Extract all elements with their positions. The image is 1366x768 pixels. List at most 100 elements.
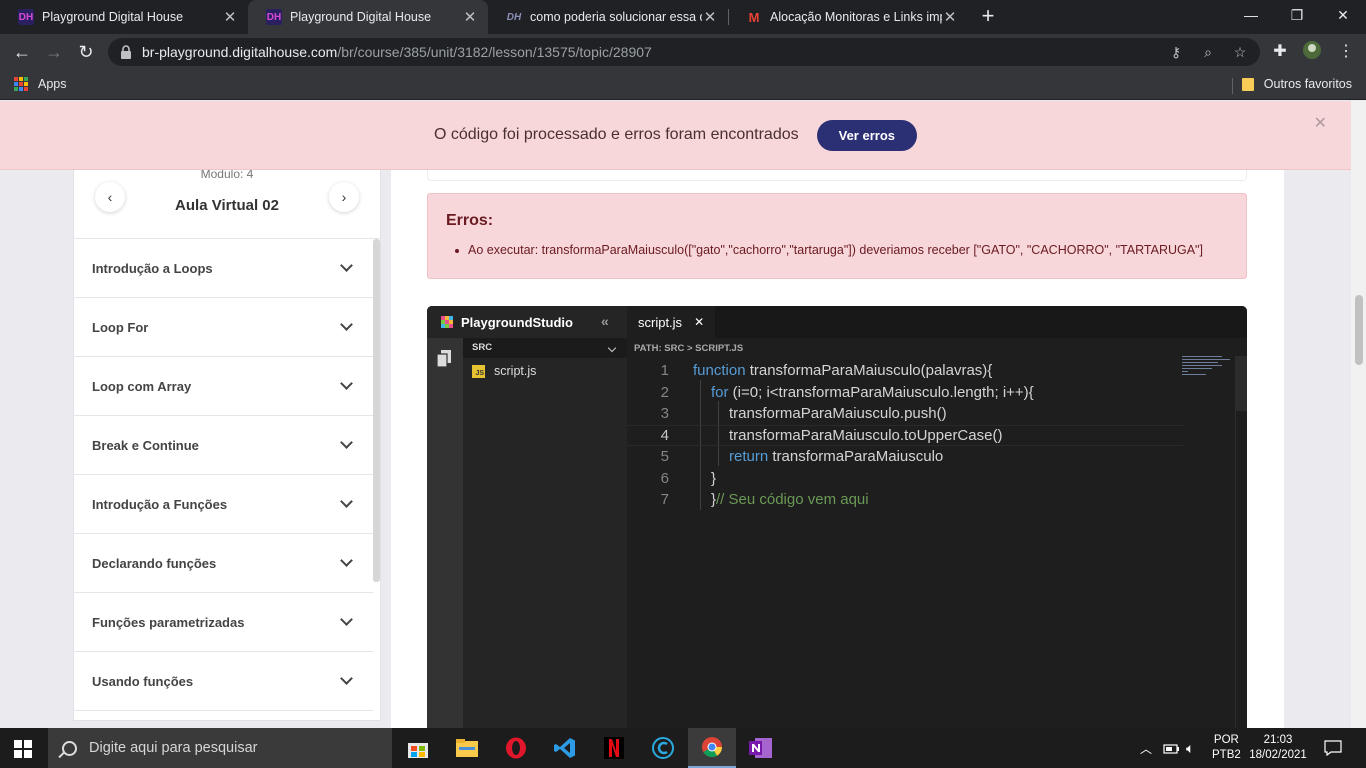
avatar[interactable] [1300,40,1324,64]
close-icon[interactable]: ✕ [942,8,958,26]
code-area[interactable]: 1 function transformaParaMaiusculo(palavr… [627,356,1247,728]
other-bookmarks-label: Outros favoritos [1263,77,1352,91]
close-window-button[interactable]: ✕ [1320,0,1366,30]
close-icon[interactable]: ✕ [222,8,238,26]
url-text: br-playground.digitalhouse.com/br/course… [142,44,652,60]
sidebar-item-label: Introdução a Loops [92,260,213,276]
sidebar-item-break-continue[interactable]: Break e Continue [74,416,373,475]
address-bar[interactable]: br-playground.digitalhouse.com/br/course… [108,38,1260,66]
forward-icon[interactable]: → [42,40,66,64]
netflix-icon[interactable] [590,728,638,768]
code-line[interactable]: 4 transformaParaMaiusculo.toUpperCase() [627,424,1183,446]
back-icon[interactable]: ← [10,40,34,64]
code-line[interactable]: 7 }// Seu código vem aqui [627,489,1183,511]
file-explorer-icon[interactable] [443,728,491,768]
collapse-icon[interactable]: « [601,313,609,329]
show-hidden-icons[interactable]: ︿ [1140,728,1152,768]
scroll-thumb[interactable] [1355,295,1363,365]
browser-tab-strip: DH Playground Digital House ✕ DH Playgro… [0,0,1366,34]
file-path: PATH: SRC > SCRIPT.JS [634,343,744,354]
sidebar-item-loop-array[interactable]: Loop com Array [74,357,373,416]
power-icon[interactable] [1162,728,1180,768]
close-icon[interactable]: ✕ [694,315,704,329]
browser-tab-active[interactable]: DH Playground Digital House ✕ [248,0,488,34]
code-keyword: function [693,362,746,380]
sidebar-item-label: Funções parametrizadas [92,614,245,630]
bookmark-separator [1232,78,1233,94]
windows-start-icon[interactable] [14,740,32,758]
star-icon[interactable]: ☆ [1230,42,1250,62]
sidebar-item-label: Introdução a Funções [92,496,228,512]
clock-time: 21:03 [1263,734,1293,746]
tab-script-js[interactable]: script.js ✕ [627,306,715,338]
menu-icon[interactable]: ⋮ [1334,40,1358,64]
browser-tab[interactable]: M Alocação Monitoras e Links impo ✕ [728,0,968,34]
ccleaner-icon[interactable] [639,728,687,768]
extensions-icon[interactable]: ✚ [1268,40,1292,64]
close-icon[interactable]: ✕ [462,8,478,26]
view-errors-button[interactable]: Ver erros [816,119,917,151]
sidebar-item-introducao-funcoes[interactable]: Introdução a Funções [74,475,373,534]
line-number: 7 [660,491,669,509]
line-number: 5 [660,448,669,466]
zoom-icon[interactable]: ⌕ [1198,42,1218,62]
chevron-right-icon[interactable]: › [329,182,359,212]
sidebar-item-label: Usando funções [92,673,194,689]
sidebar-item-usando-funcoes[interactable]: Usando funções [74,652,373,711]
file-script-js[interactable]: JS script.js [472,364,536,378]
code-line[interactable]: 2 for (i=0; i<transformaParaMaiusculo.len… [627,382,1183,404]
sidebar-item-funcoes-parametrizadas[interactable]: Funções parametrizadas [74,593,373,652]
scroll-thumb[interactable] [1236,356,1247,411]
other-bookmarks[interactable]: Outros favoritos [1241,77,1352,91]
brand-name: PlaygroundStudio [461,314,573,330]
code-line[interactable]: 1 function transformaParaMaiusculo(palavr… [627,360,1183,382]
new-tab-button[interactable]: + [976,4,1000,28]
chevron-down-icon [340,377,353,390]
apps-shortcut[interactable]: Apps [14,77,67,91]
windows-taskbar: Digite aqui para pesquisar ︿ 🔈︎ POR PTB2… [0,728,1366,768]
code-text: for (i=0; i<transformaParaMaiusculo.leng… [711,384,1034,401]
onenote-icon[interactable] [737,728,785,768]
page-scrollbar[interactable] [1351,101,1366,728]
editor-brand: PlaygroundStudio « [427,306,627,338]
code-line[interactable]: 5 return transformaParaMaiusculo [627,446,1183,468]
key-icon[interactable]: ⚷ [1166,42,1186,62]
editor-scrollbar[interactable] [1235,356,1247,728]
opera-icon[interactable] [492,728,540,768]
taskbar-search[interactable]: Digite aqui para pesquisar [48,728,392,768]
code-body: (i=0; i<transformaParaMaiusculo.length; … [728,383,1034,401]
code-comment: // Seu código vem aqui [716,491,869,509]
clock[interactable]: 21:03 18/02/2021 [1247,728,1309,768]
tab-title: Playground Digital House [290,10,432,24]
keyboard-layout: PTB2 [1212,749,1241,761]
code-line[interactable]: 3 transformaParaMaiusculo.push() [627,403,1183,425]
minimap[interactable] [1182,356,1234,376]
sidebar-item-loop-for[interactable]: Loop For [74,298,373,357]
chevron-down-icon [340,259,353,272]
chrome-icon[interactable] [688,728,736,768]
chevron-down-icon [340,318,353,331]
code-text: }// Seu código vem aqui [711,491,869,508]
folder-src[interactable]: SRC [463,338,627,358]
code-line[interactable]: 6} [627,468,1183,490]
sidebar-scrollbar[interactable] [373,239,380,582]
volume-icon[interactable]: 🔈︎ [1186,728,1194,768]
sidebar-item-declarando-funcoes[interactable]: Declarando funções [74,534,373,593]
browser-tab[interactable]: DH Playground Digital House ✕ [0,0,248,34]
restore-button[interactable]: ❐ [1274,0,1320,30]
files-icon[interactable] [436,350,451,368]
language-indicator[interactable]: POR PTB2 [1212,728,1241,768]
playground-logo-icon [441,316,453,328]
sidebar-item-introducao-loops[interactable]: Introdução a Loops [74,239,373,298]
error-item: Ao executar: transformaParaMaiusculo(["g… [468,243,1203,257]
bullet [455,249,459,253]
browser-tab[interactable]: DH como poderia solucionar essa qu ✕ [488,0,728,34]
minimize-button[interactable]: — [1228,0,1274,30]
notification-icon[interactable] [1324,728,1342,768]
code-body: transformaParaMaiusculo(palavras){ [745,362,993,380]
close-icon[interactable]: ✕ [1314,113,1327,133]
reload-icon[interactable]: ↻ [74,40,98,64]
close-icon[interactable]: ✕ [702,8,718,26]
vscode-icon[interactable] [541,728,589,768]
store-icon[interactable] [394,728,442,768]
